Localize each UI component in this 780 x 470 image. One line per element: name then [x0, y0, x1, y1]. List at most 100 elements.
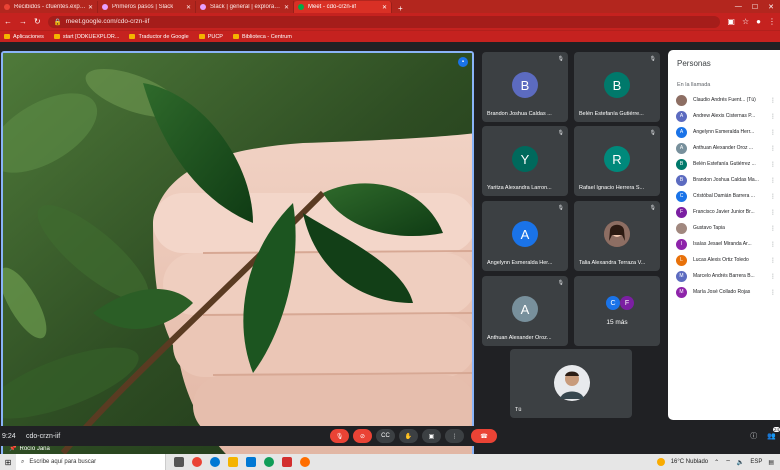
person-more-icon[interactable]: ⋮ [770, 177, 776, 184]
windows-start-icon[interactable]: ⊞ [0, 458, 16, 467]
person-more-icon[interactable]: ⋮ [770, 209, 776, 216]
camera-toggle-button[interactable]: ⊘ [353, 429, 372, 443]
person-more-icon[interactable]: ⋮ [770, 145, 776, 152]
person-more-icon[interactable]: ⋮ [770, 97, 776, 104]
person-more-icon[interactable]: ⋮ [770, 129, 776, 136]
minimize-icon[interactable]: — [735, 3, 742, 10]
person-name: Angelynn Esmeralda Herr... [693, 129, 755, 135]
browser-tab[interactable]: Recibidos - cfuentes.explora@gm✕ [0, 1, 98, 13]
participant-tile[interactable]: 🎙 Talia Alexandra Terraza V... [574, 201, 660, 271]
chrome-icon[interactable] [192, 457, 202, 467]
person-name: Brandon Joshua Caldas Ma... [693, 177, 759, 183]
people-list-item[interactable]: A Andrew Alexis Cisternas P... ⋮ [668, 108, 780, 124]
app-icon[interactable] [264, 457, 274, 467]
menu-icon[interactable]: ⋮ [768, 17, 776, 26]
leave-call-button[interactable]: ☎ [471, 429, 497, 443]
tab-close-icon[interactable]: ✕ [380, 4, 387, 11]
people-list-item[interactable]: F Francisco Javier Junior Br... ⋮ [668, 204, 780, 220]
tray-up-icon[interactable]: ⌃ [714, 459, 719, 466]
new-tab-icon[interactable]: + [392, 4, 409, 13]
more-participants-tile[interactable]: C F 15 más [574, 276, 660, 346]
participant-avatar: B [512, 72, 538, 98]
browser-tab[interactable]: Slack | general | explora-arica ✕ [196, 1, 294, 13]
browser-tab[interactable]: Primeros pasos | Slack ✕ [98, 1, 196, 13]
edge-icon[interactable] [210, 457, 220, 467]
participant-tile[interactable]: 🎙 R Rafael Ignacio Herrera S... [574, 126, 660, 196]
participant-tile[interactable]: 🎙 A Anthuan Alexander Oroz... [482, 276, 568, 346]
person-more-icon[interactable]: ⋮ [770, 257, 776, 264]
mic-toggle-button[interactable]: 🎙 [330, 429, 349, 443]
people-list-item[interactable]: L Lucas Alexis Ortiz Toledo ⋮ [668, 252, 780, 268]
people-list-item[interactable]: B Belén Estefanía Gutiérrez ... ⋮ [668, 156, 780, 172]
person-more-icon[interactable]: ⋮ [770, 193, 776, 200]
tab-close-icon[interactable]: ✕ [184, 4, 191, 11]
close-window-icon[interactable]: ✕ [768, 3, 774, 11]
taskbar-search[interactable]: ⌕ Escribe aquí para buscar [16, 454, 166, 470]
people-list-item[interactable]: M Marcelo Andrés Barrera B... ⋮ [668, 268, 780, 284]
clock-time: 9:24 [2, 432, 16, 440]
pdf-icon[interactable] [282, 457, 292, 467]
present-button[interactable]: ▣ [422, 429, 441, 443]
profile-icon[interactable]: ● [756, 17, 761, 26]
person-avatar: A [676, 126, 687, 138]
bookmark-item[interactable]: PUCP [198, 34, 223, 40]
maximize-icon[interactable]: ☐ [752, 3, 758, 11]
people-button[interactable]: 24 👥 [767, 427, 780, 440]
person-more-icon[interactable]: ⋮ [770, 273, 776, 280]
reload-icon[interactable]: ↻ [34, 17, 41, 26]
bookmark-item[interactable]: start [ODKUEXPLOR... [53, 34, 119, 40]
participant-tile[interactable]: 🎙 B Brandon Joshua Caldas ... [482, 52, 568, 122]
language-indicator[interactable]: ESP [750, 459, 762, 465]
participant-tile[interactable]: 🎙 A Angelynn Esmeralda Her... [482, 201, 568, 271]
people-list-item[interactable]: M María José Collado Rojas ⋮ [668, 284, 780, 300]
people-list-item[interactable]: Gustavo Tapia ⋮ [668, 220, 780, 236]
store-icon[interactable] [246, 457, 256, 467]
back-icon[interactable]: ← [4, 17, 12, 26]
participant-tile[interactable]: 🎙 Y Yaritza Alexandra Larron... [482, 126, 568, 196]
forward-icon[interactable]: → [19, 17, 27, 26]
tab-label: Primeros pasos | Slack [112, 4, 174, 10]
star-icon[interactable]: ☆ [742, 17, 749, 26]
self-video-tile[interactable]: Tú [510, 349, 632, 418]
participant-name: Angelynn Esmeralda Her... [487, 260, 553, 266]
people-list-item[interactable]: A Angelynn Esmeralda Herr... ⋮ [668, 124, 780, 140]
info-icon[interactable]: ⓘ [750, 431, 757, 441]
notifications-icon[interactable]: ▤ [768, 459, 774, 466]
people-list-item[interactable]: I Isaías Jesael Miranda Ar... ⋮ [668, 236, 780, 252]
person-more-icon[interactable]: ⋮ [770, 161, 776, 168]
pin-icon[interactable]: 📌 [9, 445, 16, 452]
person-name: Lucas Alexis Ortiz Toledo [693, 257, 749, 263]
omnibox[interactable]: 🔒 meet.google.com/cdo-crzn-iif [47, 15, 721, 28]
browser-tab[interactable]: Meet - cdo-crzn-iif ✕ [294, 1, 392, 13]
url-text: meet.google.com/cdo-crzn-iif [65, 18, 150, 25]
camera-permission-icon[interactable]: ▣ [727, 17, 735, 26]
person-more-icon[interactable]: ⋮ [770, 225, 776, 232]
more-options-button[interactable]: ⋮ [445, 429, 464, 443]
people-list-item[interactable]: A Anthuan Alexander Oroz ... ⋮ [668, 140, 780, 156]
bookmark-item[interactable]: Biblioteca - Centrum [232, 34, 292, 40]
raise-hand-button[interactable]: ✋ [399, 429, 418, 443]
person-name: María José Collado Rojas [693, 289, 751, 295]
captions-button[interactable]: CC [376, 429, 395, 443]
person-name: Claudio Andrés Fuent... (Tú) [693, 97, 756, 103]
people-list-item[interactable]: B Brandon Joshua Caldas Ma... ⋮ [668, 172, 780, 188]
person-more-icon[interactable]: ⋮ [770, 241, 776, 248]
person-more-icon[interactable]: ⋮ [770, 113, 776, 120]
tab-close-icon[interactable]: ✕ [86, 4, 93, 11]
main-video-caption: 📌 Rocío Jaña [9, 445, 50, 453]
network-icon[interactable]: ⌔ [725, 458, 731, 466]
volume-icon[interactable]: 🔈 [737, 459, 744, 466]
firefox-icon[interactable] [300, 457, 310, 467]
participant-tile[interactable]: 🎙 B Belén Estefanía Gutiérre... [574, 52, 660, 122]
tab-close-icon[interactable]: ✕ [282, 4, 289, 11]
bookmark-item[interactable]: Aplicaciones [4, 34, 44, 40]
main-video-feed[interactable]: ▪ 📌 Rocío Jaña [1, 51, 474, 459]
participant-avatar: A [512, 221, 538, 247]
tab-label: Meet - cdo-crzn-iif [308, 4, 357, 10]
file-explorer-icon[interactable] [228, 457, 238, 467]
bookmark-item[interactable]: Traductor de Google [129, 34, 189, 40]
people-list-item[interactable]: Claudio Andrés Fuent... (Tú) ⋮ [668, 92, 780, 108]
people-list-item[interactable]: C Cristóbal Damián Barrera ... ⋮ [668, 188, 780, 204]
person-more-icon[interactable]: ⋮ [770, 289, 776, 296]
task-view-icon[interactable] [174, 457, 184, 467]
